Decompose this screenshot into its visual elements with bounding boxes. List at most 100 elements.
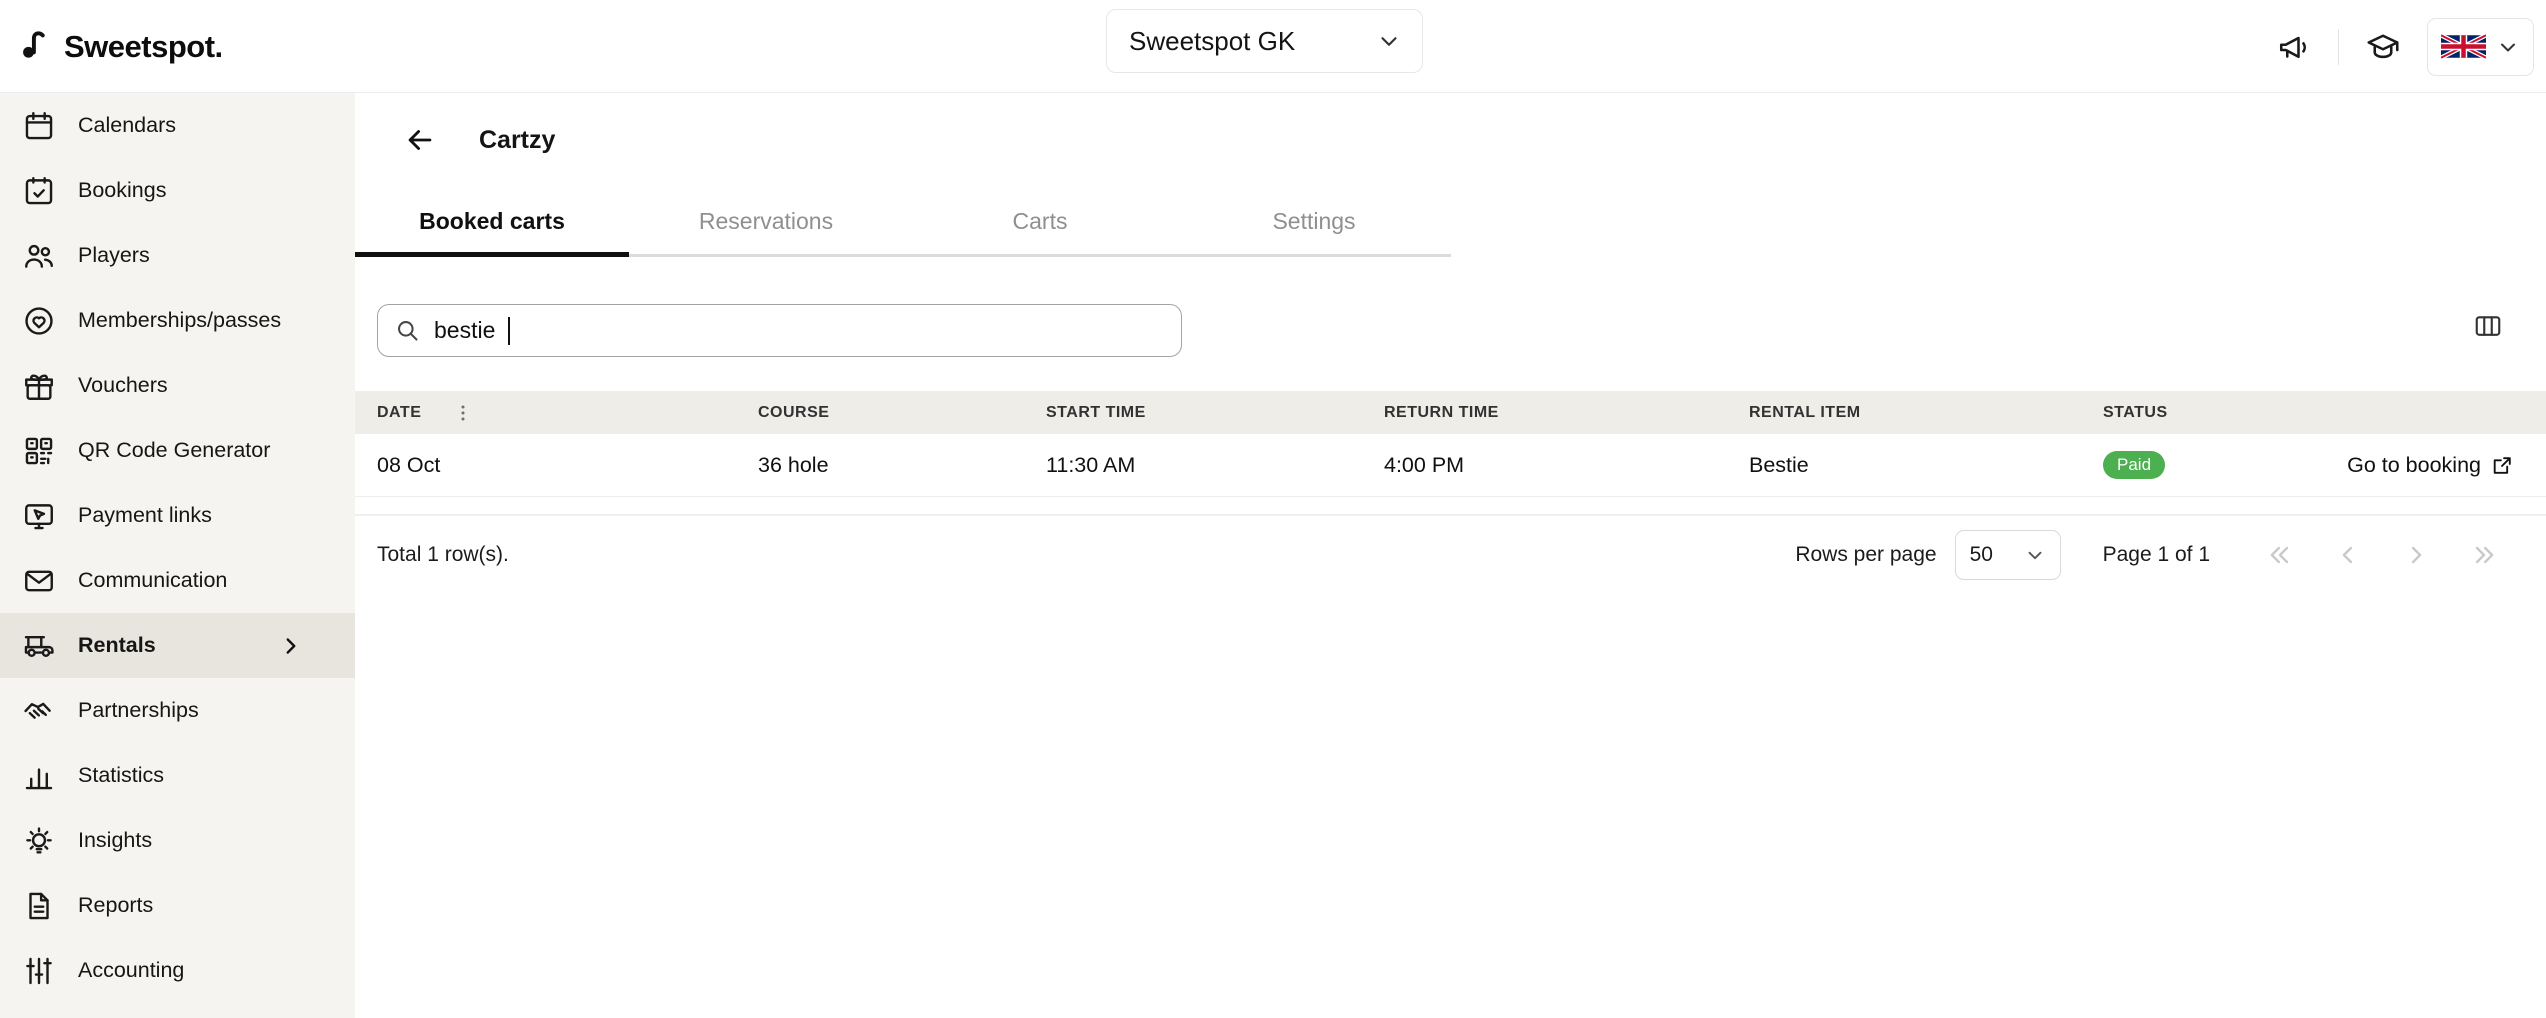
sidebar-item-vouchers[interactable]: Vouchers [0,353,355,418]
sidebar-item-accounting[interactable]: Accounting [0,938,355,1003]
arrow-left-icon [403,123,437,157]
column-menu-button[interactable] [449,399,477,427]
membership-heart-icon [21,303,57,339]
search-icon [394,317,421,344]
previous-page-button[interactable] [2334,541,2362,569]
tab-carts[interactable]: Carts [903,193,1177,254]
announcements-button[interactable] [2270,23,2318,71]
sidebar-item-reports[interactable]: Reports [0,873,355,938]
language-selector[interactable] [2427,18,2534,76]
column-settings-button[interactable] [2467,305,2509,350]
payment-links-icon [21,498,57,534]
qr-code-icon [21,433,57,469]
column-header-status: STATUS [2103,404,2546,422]
search-input[interactable]: bestie [377,304,1182,357]
sidebar-item-label: Bookings [78,178,166,203]
sidebar: Calendars Bookings Players Memberships/p… [0,93,355,1018]
users-icon [21,238,57,274]
chevron-down-icon [1376,28,1402,54]
sidebar-item-label: Vouchers [78,373,168,398]
sidebar-item-label: Communication [78,568,227,593]
bar-chart-icon [21,758,57,794]
sidebar-item-label: Statistics [78,763,164,788]
sidebar-item-calendars[interactable]: Calendars [0,93,355,158]
sidebar-item-memberships[interactable]: Memberships/passes [0,288,355,353]
rows-per-page-select[interactable]: 50 [1955,530,2061,580]
column-header-rental-item: RENTAL ITEM [1749,404,2103,422]
sidebar-item-qr-code-generator[interactable]: QR Code Generator [0,418,355,483]
go-to-booking-link[interactable]: Go to booking [2347,453,2546,478]
sidebar-item-payment-links[interactable]: Payment links [0,483,355,548]
table-header-row: DATE COURSE START TIME RETURN TIME RENTA… [355,391,2546,434]
next-page-button[interactable] [2402,541,2430,569]
page-header: Cartzy [399,119,555,161]
sidebar-item-bookings[interactable]: Bookings [0,158,355,223]
cell-date: 08 Oct [377,453,758,478]
back-button[interactable] [399,119,441,161]
sidebar-item-label: Payment links [78,503,212,528]
sidebar-item-partnerships[interactable]: Partnerships [0,678,355,743]
column-header-course: COURSE [758,404,1046,422]
golf-cart-icon [21,628,57,664]
pager-buttons [2266,541,2498,569]
calendar-check-icon [21,173,57,209]
search-value: bestie [434,317,495,344]
last-page-button[interactable] [2470,541,2498,569]
cell-return-time: 4:00 PM [1384,453,1749,478]
double-chevron-left-icon [2266,541,2294,569]
column-header-date: DATE [377,399,758,427]
page-indicator: Page 1 of 1 [2103,543,2210,567]
table-footer: Total 1 row(s). Rows per page 50 Page 1 … [355,529,2546,581]
sidebar-item-communication[interactable]: Communication [0,548,355,613]
sidebar-item-insights[interactable]: Insights [0,808,355,873]
topbar: Sweetspot. Sweetspot GK [0,0,2546,93]
sidebar-item-label: Rentals [78,633,156,658]
sidebar-item-players[interactable]: Players [0,223,355,288]
uk-flag-icon [2441,32,2486,61]
brand: Sweetspot. [18,0,223,93]
sidebar-item-label: Players [78,243,150,268]
total-rows-text: Total 1 row(s). [377,543,509,567]
envelope-icon [21,563,57,599]
calendar-icon [21,108,57,144]
main-content: Cartzy Booked carts Reservations Carts S… [355,93,2546,1018]
vertical-dots-icon [451,401,475,425]
tab-reservations[interactable]: Reservations [629,193,903,254]
document-icon [21,888,57,924]
topbar-actions [2270,0,2534,93]
club-selector[interactable]: Sweetspot GK [1106,9,1423,73]
rows-per-page-label: Rows per page [1795,543,1936,567]
rows-per-page-value: 50 [1970,543,1993,567]
sidebar-item-label: Accounting [78,958,184,983]
column-header-start-time: START TIME [1046,404,1384,422]
lightbulb-icon [21,823,57,859]
double-chevron-right-icon [2470,541,2498,569]
first-page-button[interactable] [2266,541,2294,569]
sliders-icon [21,953,57,989]
topbar-divider [2338,29,2339,65]
table-row[interactable]: 08 Oct 36 hole 11:30 AM 4:00 PM Bestie P… [355,434,2546,497]
chevron-left-icon [2334,541,2362,569]
sweetspot-logo-icon [18,29,54,65]
sidebar-item-statistics[interactable]: Statistics [0,743,355,808]
club-selector-value: Sweetspot GK [1129,26,1295,57]
megaphone-icon [2276,29,2312,65]
tab-settings[interactable]: Settings [1177,193,1451,254]
sidebar-item-rentals[interactable]: Rentals [0,613,355,678]
page-title: Cartzy [479,126,555,155]
graduation-cap-icon [2365,29,2401,65]
sidebar-item-label: Memberships/passes [78,308,281,333]
sidebar-item-label: Insights [78,828,152,853]
chevron-down-icon [2024,544,2046,566]
sidebar-item-label: QR Code Generator [78,438,270,463]
cell-start-time: 11:30 AM [1046,453,1384,478]
gift-icon [21,368,57,404]
chevron-down-icon [2496,35,2520,59]
status-badge: Paid [2103,451,2165,479]
academy-button[interactable] [2359,23,2407,71]
sidebar-item-label: Reports [78,893,153,918]
column-header-return-time: RETURN TIME [1384,404,1749,422]
tab-booked-carts[interactable]: Booked carts [355,193,629,254]
sidebar-item-label: Calendars [78,113,176,138]
cell-rental-item: Bestie [1749,453,2103,478]
